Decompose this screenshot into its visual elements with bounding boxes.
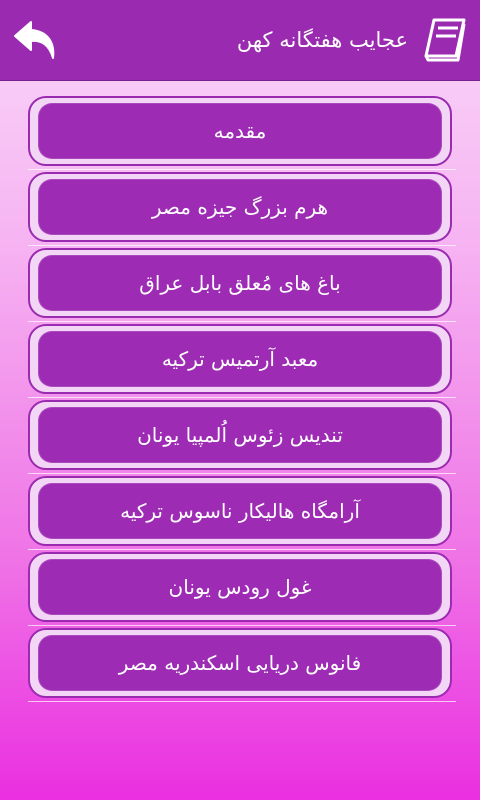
back-arrow-icon [14,21,55,59]
topic-list: مقدمه هرم بزرگ جیزه مصر باغ های مُعلق با… [0,96,480,704]
divider [28,473,456,474]
topic-label: غول رودس یونان [168,575,312,599]
list-item: مقدمه [0,96,480,172]
list-item: باغ های مُعلق بابل عراق [0,248,480,324]
topic-button[interactable]: آرامگاه هالیکار ناسوس ترکیه [28,476,452,546]
app-header: عجایب هفتگانه کهن [0,0,480,81]
topic-label: معبد آرتمیس ترکیه [161,347,319,371]
topic-label: مقدمه [213,119,267,143]
topic-label: آرامگاه هالیکار ناسوس ترکیه [120,499,360,523]
list-item: تندیس زئوس اُلمپیا یونان [0,400,480,476]
divider [28,169,456,170]
topic-button[interactable]: معبد آرتمیس ترکیه [28,324,452,394]
list-item: آرامگاه هالیکار ناسوس ترکیه [0,476,480,552]
topic-button[interactable]: فانوس دریایی اسکندریه مصر [28,628,452,698]
topic-button[interactable]: هرم بزرگ جیزه مصر [28,172,452,242]
divider [28,321,456,322]
topic-label: هرم بزرگ جیزه مصر [151,195,329,219]
list-item: غول رودس یونان [0,552,480,628]
topic-button[interactable]: باغ های مُعلق بابل عراق [28,248,452,318]
topic-button[interactable]: مقدمه [28,96,452,166]
divider [28,245,456,246]
list-item: معبد آرتمیس ترکیه [0,324,480,400]
back-button[interactable] [10,16,62,64]
topic-button[interactable]: غول رودس یونان [28,552,452,622]
list-item: هرم بزرگ جیزه مصر [0,172,480,248]
divider [28,397,456,398]
topic-label: تندیس زئوس اُلمپیا یونان [137,423,343,447]
topic-label: باغ های مُعلق بابل عراق [139,271,341,295]
book-icon [420,16,468,62]
page-title: عجایب هفتگانه کهن [236,28,408,52]
topic-button[interactable]: تندیس زئوس اُلمپیا یونان [28,400,452,470]
divider [28,549,456,550]
list-item: فانوس دریایی اسکندریه مصر [0,628,480,704]
topic-label: فانوس دریایی اسکندریه مصر [118,651,362,675]
divider [28,701,456,702]
divider [28,625,456,626]
